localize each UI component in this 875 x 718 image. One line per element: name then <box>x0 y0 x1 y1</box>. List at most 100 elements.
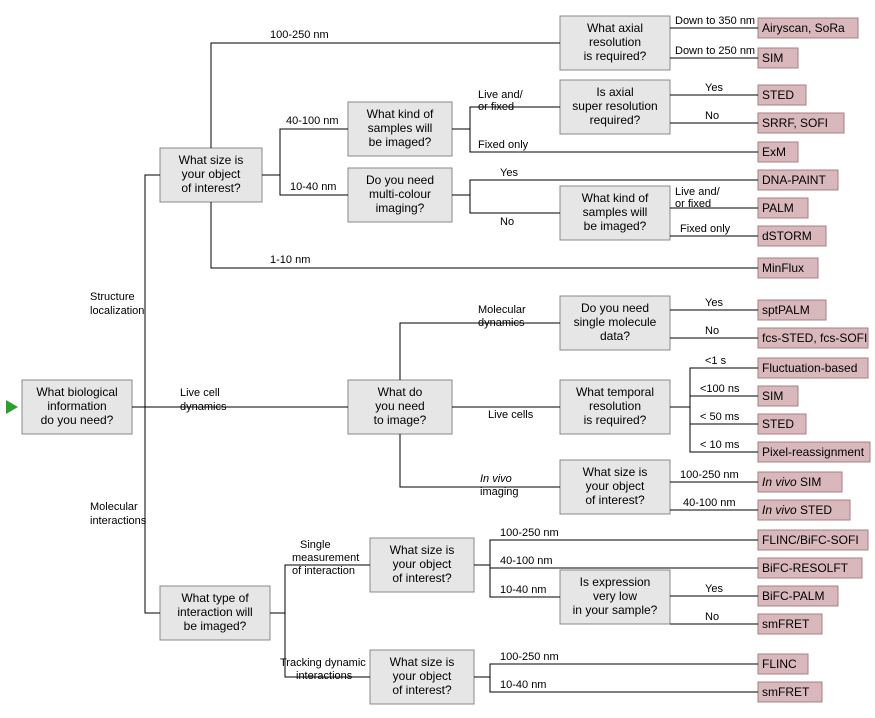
svg-text:< 50 ms: < 50 ms <box>700 411 740 423</box>
svg-text:interactions: interactions <box>296 670 353 682</box>
svg-text:10-40 nm: 10-40 nm <box>500 584 546 596</box>
svg-text:Molecular: Molecular <box>478 304 526 316</box>
svg-text:100-250 nm: 100-250 nm <box>270 29 329 41</box>
svg-text:What biological: What biological <box>36 385 117 399</box>
r-dna-paint: DNA-PAINT <box>758 170 838 190</box>
r-sted-1: STED <box>758 85 806 105</box>
svg-text:Fixed only: Fixed only <box>478 139 529 151</box>
svg-text:Tracking dynamic: Tracking dynamic <box>280 657 366 669</box>
svg-text:<100 ns: <100 ns <box>700 383 740 395</box>
svg-text:BiFC-PALM: BiFC-PALM <box>762 589 824 603</box>
svg-text:Is axial: Is axial <box>596 85 633 99</box>
svg-text:Structure: Structure <box>90 291 135 303</box>
svg-text:samples will: samples will <box>368 121 433 135</box>
svg-text:PALM: PALM <box>762 201 794 215</box>
svg-text:In vivo: In vivo <box>480 473 512 485</box>
r-fluctuation: Fluctuation-based <box>758 358 868 378</box>
svg-text:SIM: SIM <box>762 389 783 403</box>
svg-text:Fluctuation-based: Fluctuation-based <box>762 361 857 375</box>
r-airyscan: Airyscan, SoRa <box>758 18 858 38</box>
q-axial-super-res: Is axial super resolution required? <box>560 80 670 134</box>
q-single-molecule: Do you need single molecule data? <box>560 296 670 350</box>
q-sample-kind-1: What kind of samples will be imaged? <box>348 102 452 156</box>
q-sample-kind-2: What kind of samples will be imaged? <box>560 186 670 240</box>
r-palm: PALM <box>758 198 808 218</box>
svg-text:40-100 nm: 40-100 nm <box>286 115 339 127</box>
svg-text:40-100 nm: 40-100 nm <box>683 497 736 509</box>
svg-text:very low: very low <box>593 589 637 603</box>
svg-text:interactions: interactions <box>90 515 147 527</box>
svg-text:single molecule: single molecule <box>574 315 657 329</box>
svg-text:interaction will: interaction will <box>177 605 252 619</box>
r-bifc-resolft: BiFC-RESOLFT <box>758 558 862 578</box>
svg-text:resolution: resolution <box>589 35 641 49</box>
svg-text:What kind of: What kind of <box>367 107 434 121</box>
svg-text:samples will: samples will <box>583 205 648 219</box>
svg-text:What kind of: What kind of <box>582 191 649 205</box>
r-flinc-bifc-sofi: FLINC/BiFC-SOFI <box>758 530 868 550</box>
svg-text:1-10 nm: 1-10 nm <box>270 254 310 266</box>
q-size-structure: What size is your object of interest? <box>160 148 262 202</box>
svg-text:What temporal: What temporal <box>576 385 654 399</box>
svg-text:Live and/: Live and/ <box>675 186 721 198</box>
q-size-invivo: What size is your object of interest? <box>560 460 670 514</box>
svg-text:ExM: ExM <box>762 145 786 159</box>
svg-text:in your sample?: in your sample? <box>573 603 658 617</box>
svg-text:your object: your object <box>393 669 452 683</box>
svg-text:Fixed only: Fixed only <box>680 223 731 235</box>
svg-text:Live cell: Live cell <box>180 387 220 399</box>
r-dstorm: dSTORM <box>758 226 826 246</box>
svg-text:In vivo SIM: In vivo SIM <box>762 475 821 489</box>
svg-text:What axial: What axial <box>587 21 643 35</box>
svg-text:Down to 250 nm: Down to 250 nm <box>675 45 755 57</box>
svg-text:your object: your object <box>586 479 645 493</box>
svg-text:localization: localization <box>90 305 144 317</box>
svg-text:DNA-PAINT: DNA-PAINT <box>762 173 826 187</box>
svg-text:your object: your object <box>182 167 241 181</box>
svg-text:<1 s: <1 s <box>705 355 727 367</box>
svg-text:or fixed: or fixed <box>675 198 711 210</box>
r-smfret-2: smFRET <box>758 682 822 702</box>
svg-text:Live and/: Live and/ <box>478 89 524 101</box>
svg-text:10-40 nm: 10-40 nm <box>290 181 336 193</box>
svg-text:< 10 ms: < 10 ms <box>700 439 740 451</box>
svg-text:Yes: Yes <box>705 297 723 309</box>
q-interaction-type: What type of interaction will be imaged? <box>160 586 270 640</box>
svg-text:fcs-STED, fcs-SOFI: fcs-STED, fcs-SOFI <box>762 331 867 345</box>
svg-text:100-250 nm: 100-250 nm <box>500 651 559 663</box>
r-exm: ExM <box>758 142 798 162</box>
r-flinc: FLINC <box>758 654 808 674</box>
svg-text:multi-colour: multi-colour <box>369 187 431 201</box>
svg-text:you need: you need <box>375 399 424 413</box>
svg-text:of interest?: of interest? <box>392 571 452 585</box>
svg-text:STED: STED <box>762 417 794 431</box>
svg-text:What size is: What size is <box>390 655 455 669</box>
svg-text:BiFC-RESOLFT: BiFC-RESOLFT <box>762 561 849 575</box>
svg-text:No: No <box>705 325 719 337</box>
svg-text:What size is: What size is <box>583 465 648 479</box>
q-expression: Is expression very low in your sample? <box>560 570 670 624</box>
svg-text:What size is: What size is <box>179 153 244 167</box>
svg-text:or fixed: or fixed <box>478 101 514 113</box>
svg-text:MinFlux: MinFlux <box>762 261 804 275</box>
q-axial-resolution: What axial resolution is required? <box>560 16 670 70</box>
svg-text:What do: What do <box>378 385 423 399</box>
svg-text:dSTORM: dSTORM <box>762 229 812 243</box>
r-sted-2: STED <box>758 414 806 434</box>
svg-text:imaging?: imaging? <box>376 201 425 215</box>
r-pixel: Pixel-reassignment <box>758 442 870 462</box>
svg-text:be imaged?: be imaged? <box>369 135 432 149</box>
r-sim-1: SIM <box>758 48 798 68</box>
svg-text:Yes: Yes <box>705 82 723 94</box>
svg-text:Do you need: Do you need <box>366 173 434 187</box>
svg-text:SRRF, SOFI: SRRF, SOFI <box>762 116 828 130</box>
r-invivo-sted: In vivo STED <box>758 500 850 520</box>
svg-text:is required?: is required? <box>584 49 647 63</box>
svg-text:No: No <box>500 216 514 228</box>
svg-text:What type of: What type of <box>181 591 249 605</box>
r-minflux: MinFlux <box>758 258 818 278</box>
svg-text:of interest?: of interest? <box>181 181 241 195</box>
r-smfret-1: smFRET <box>758 614 822 634</box>
svg-text:do you need?: do you need? <box>41 413 114 427</box>
svg-text:In vivo STED: In vivo STED <box>762 503 832 517</box>
